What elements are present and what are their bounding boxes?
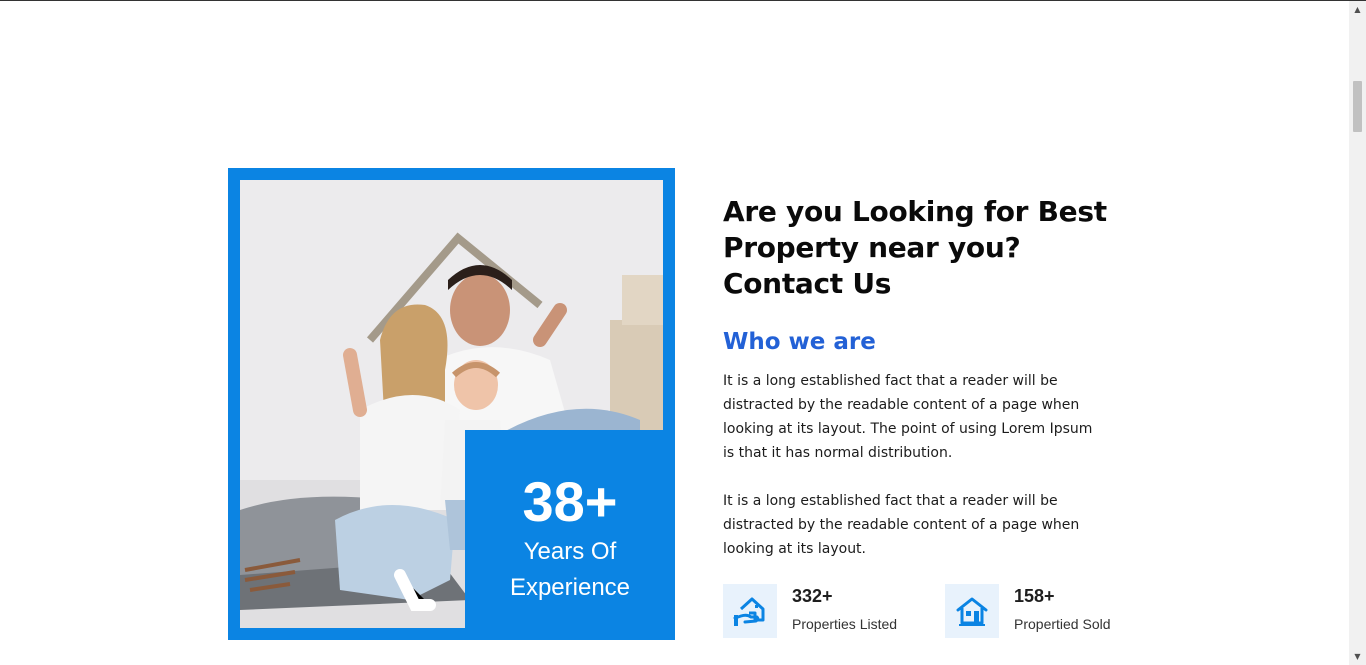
stat-value: 158+ [1014, 586, 1055, 606]
stat-label: Propertied Sold [1014, 616, 1111, 632]
scroll-down-icon[interactable]: ▼ [1349, 648, 1366, 665]
stat-label: Properties Listed [792, 616, 898, 632]
house-hand-icon [723, 584, 777, 638]
scroll-thumb[interactable] [1353, 81, 1362, 132]
top-border [0, 0, 1366, 1]
experience-label: Years Of Experience [509, 538, 631, 601]
photo-frame: 38+ Years Of Experience [228, 168, 675, 640]
experience-badge: 38+ Years Of Experience [465, 430, 675, 640]
experience-number: 38+ [522, 470, 618, 533]
about-paragraph-1: It is a long established fact that a rea… [723, 373, 1093, 461]
stat-value: 332+ [792, 586, 833, 606]
about-paragraph-2: It is a long established fact that a rea… [723, 493, 1080, 557]
section-headline: Are you Looking for Best Property near y… [723, 195, 1107, 300]
house-icon [945, 584, 999, 638]
page-scrollbar[interactable]: ▲ ▼ [1349, 1, 1366, 665]
who-we-are-heading: Who we are [723, 329, 876, 355]
scroll-up-icon[interactable]: ▲ [1349, 1, 1366, 18]
